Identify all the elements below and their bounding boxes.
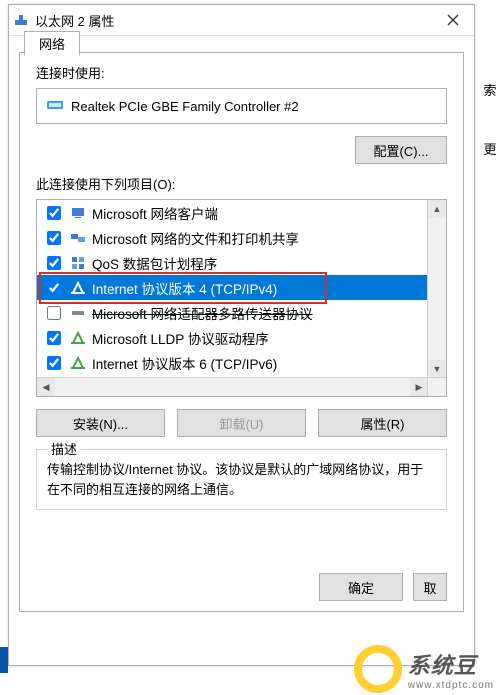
window-title: 以太网 2 属性 — [35, 11, 436, 30]
mux-icon — [70, 305, 86, 321]
list-item[interactable]: Microsoft 网络客户端 — [37, 200, 428, 225]
item-label: Microsoft 网络适配器多路传送器协议 — [92, 303, 313, 323]
watermark-url: www.xtdptc.com — [408, 680, 494, 691]
list-item[interactable]: Microsoft LLDP 协议驱动程序 — [37, 325, 428, 350]
share-icon — [70, 230, 86, 246]
close-button[interactable] — [436, 8, 470, 32]
scroll-track-vertical[interactable] — [428, 218, 446, 360]
properties-button[interactable]: 属性(R) — [318, 409, 447, 437]
list-item[interactable]: Microsoft 网络适配器多路传送器协议 — [37, 300, 428, 325]
client-icon — [70, 205, 86, 221]
items-list-label: 此连接使用下列项目(O): — [36, 174, 447, 193]
properties-dialog: 以太网 2 属性 网络 连接时使用: Realtek PCIe GBE Fami… — [8, 4, 475, 666]
qos-icon — [70, 255, 86, 271]
item-label: Microsoft LLDP 协议驱动程序 — [92, 328, 269, 348]
ok-button[interactable]: 确定 — [319, 573, 403, 601]
connect-using-section: 连接时使用: Realtek PCIe GBE Family Controlle… — [20, 53, 463, 128]
list-label-section: 此连接使用下列项目(O): — [20, 164, 463, 193]
item-checkbox[interactable] — [47, 256, 61, 270]
list-item[interactable]: Internet 协议版本 4 (TCP/IPv4) — [37, 275, 428, 300]
item-label: QoS 数据包计划程序 — [92, 253, 217, 273]
scroll-right-button[interactable]: ▶ — [410, 378, 428, 396]
scroll-up-button[interactable]: ▲ — [428, 200, 446, 218]
vertical-scrollbar[interactable]: ▲ ▼ — [427, 200, 446, 378]
adapter-name: Realtek PCIe GBE Family Controller #2 — [71, 99, 299, 114]
ethernet-icon — [13, 12, 29, 28]
strip-char-1: 索 — [480, 80, 500, 99]
item-buttons-row: 安装(N)... 卸载(U) 属性(R) — [20, 399, 463, 441]
background-taskbar-fragment — [0, 647, 8, 673]
item-label: Microsoft 网络客户端 — [92, 203, 218, 223]
proto-icon — [70, 330, 86, 346]
scroll-down-button[interactable]: ▼ — [428, 360, 446, 378]
item-checkbox[interactable] — [47, 231, 61, 245]
scrollbar-corner — [427, 377, 446, 396]
item-label: Internet 协议版本 4 (TCP/IPv4) — [92, 278, 277, 298]
cropped-right-strip: 索 更 — [480, 40, 500, 158]
adapter-box[interactable]: Realtek PCIe GBE Family Controller #2 — [36, 88, 447, 124]
item-checkbox[interactable] — [47, 281, 61, 295]
description-title: 描述 — [47, 440, 81, 460]
strip-char-2: 更 — [480, 139, 500, 158]
configure-row: 配置(C)... — [20, 128, 463, 164]
list-item[interactable]: QoS 数据包计划程序 — [37, 250, 428, 275]
item-checkbox[interactable] — [47, 206, 61, 220]
item-label: Microsoft 网络的文件和打印机共享 — [92, 228, 299, 248]
configure-button[interactable]: 配置(C)... — [355, 136, 447, 164]
list-item[interactable]: Microsoft 网络的文件和打印机共享 — [37, 225, 428, 250]
scroll-track-horizontal[interactable] — [55, 378, 410, 396]
list-item[interactable]: Internet 协议版本 6 (TCP/IPv6) — [37, 350, 428, 375]
description-group: 描述 传输控制协议/Internet 协议。该协议是默认的广域网络协议，用于在不… — [36, 449, 447, 510]
close-icon — [447, 14, 459, 26]
horizontal-scrollbar[interactable]: ◀ ▶ — [37, 377, 428, 396]
item-checkbox[interactable] — [47, 306, 61, 320]
proto-icon — [70, 355, 86, 371]
connect-using-label: 连接时使用: — [36, 63, 447, 82]
item-checkbox[interactable] — [47, 331, 61, 345]
cancel-button[interactable]: 取 — [413, 573, 447, 601]
description-text: 传输控制协议/Internet 协议。该协议是默认的广域网络协议，用于在不同的相… — [47, 460, 436, 499]
item-label: Internet 协议版本 6 (TCP/IPv6) — [92, 353, 277, 373]
network-items-listbox[interactable]: Microsoft 网络客户端 Microsoft 网络的文件和打印机共享 QoS … — [36, 199, 447, 397]
adapter-icon — [47, 99, 63, 114]
scroll-left-button[interactable]: ◀ — [37, 378, 55, 396]
tab-network[interactable]: 网络 — [24, 31, 80, 56]
tab-panel: 网络 连接时使用: Realtek PCIe GBE Family Contro… — [19, 52, 464, 612]
item-checkbox[interactable] — [47, 356, 61, 370]
install-button[interactable]: 安装(N)... — [36, 409, 165, 437]
dialog-footer: 确定 取 — [20, 563, 463, 611]
proto-icon — [70, 280, 86, 296]
uninstall-button[interactable]: 卸载(U) — [177, 409, 306, 437]
